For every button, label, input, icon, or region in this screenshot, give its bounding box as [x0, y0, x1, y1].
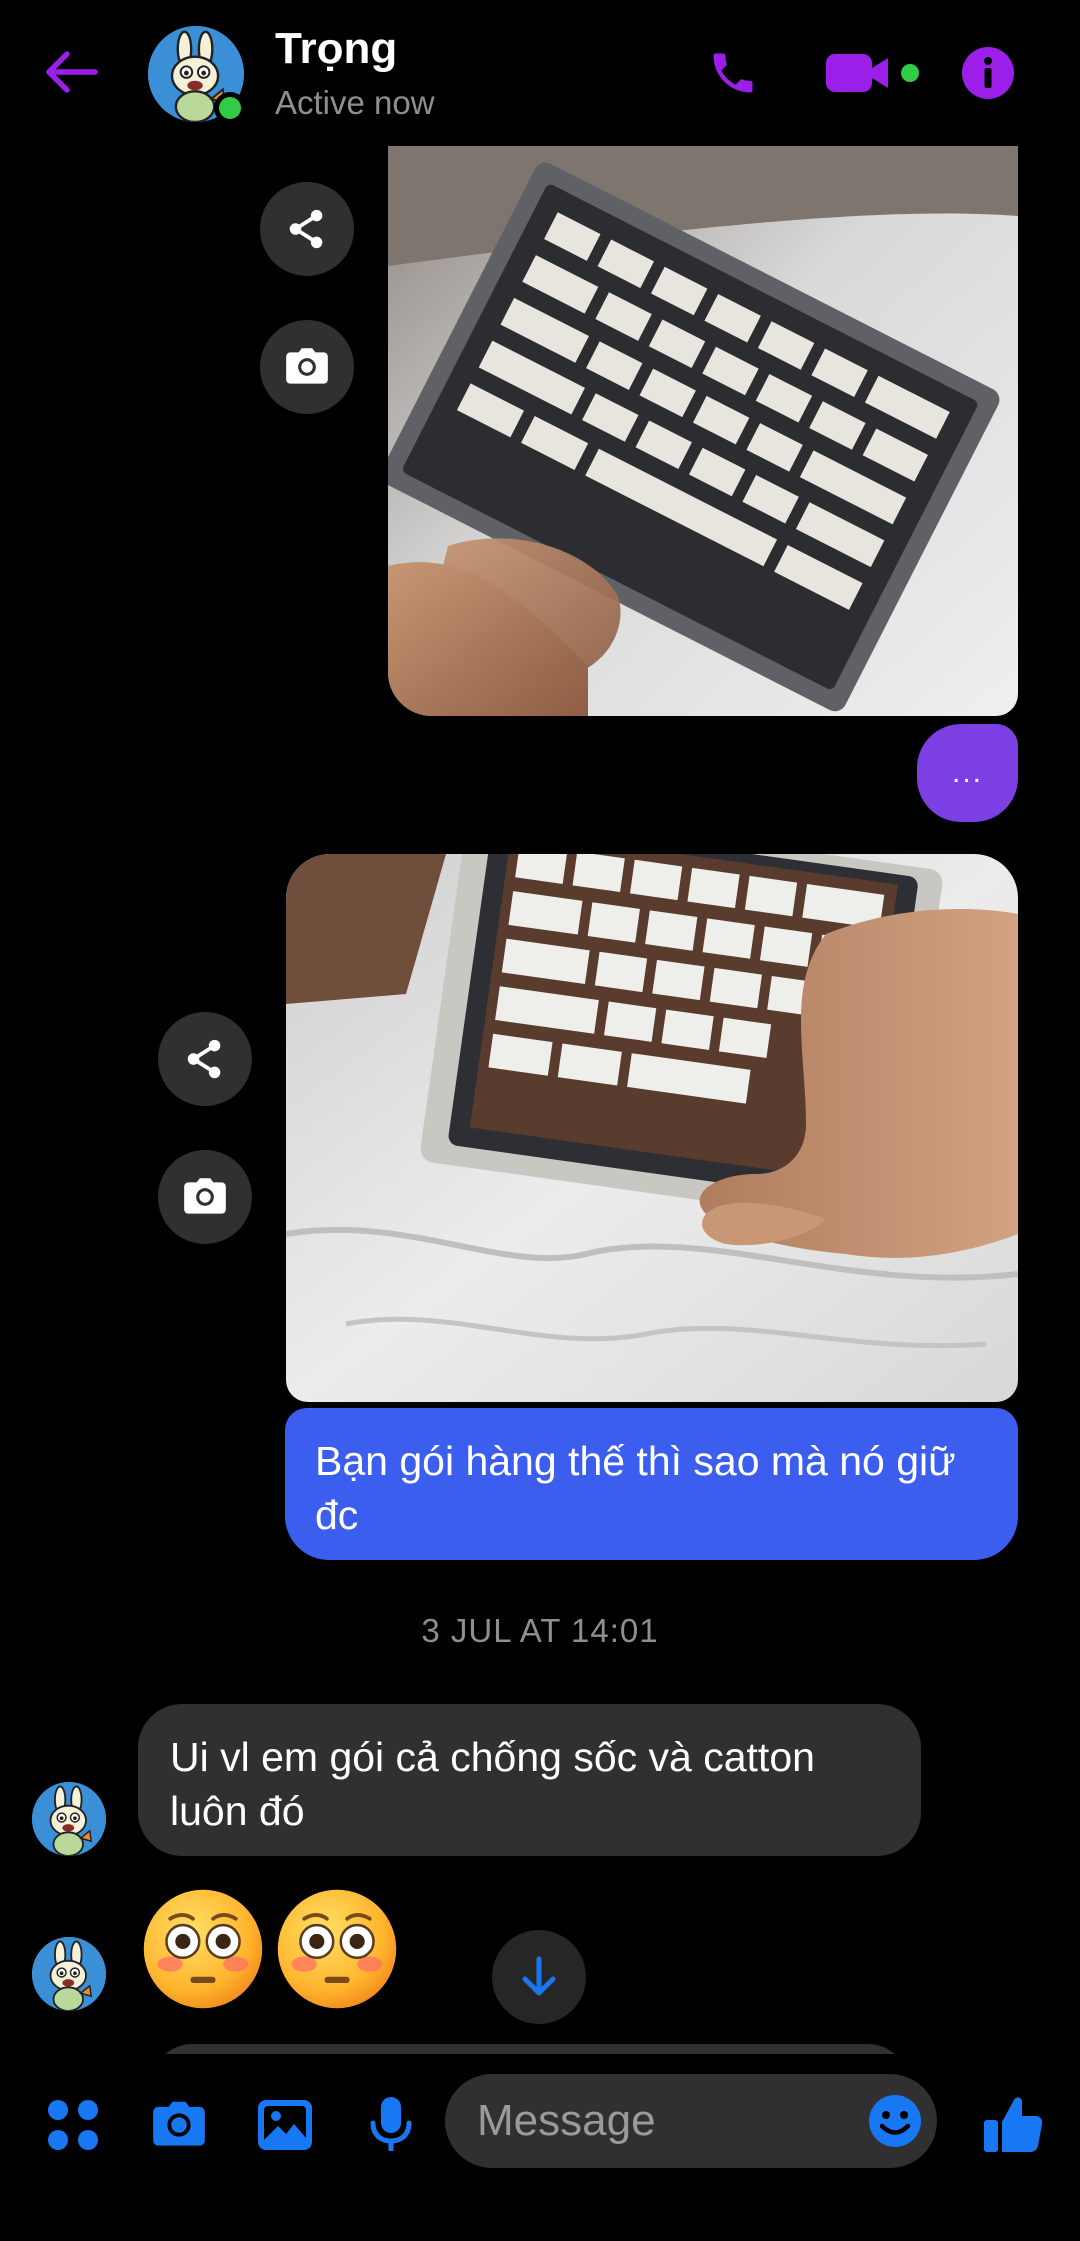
share-icon [182, 1036, 228, 1082]
sent-photo-keyboard-plate-2[interactable] [286, 854, 1018, 1402]
emoji-picker-button[interactable] [862, 2088, 928, 2154]
messenger-chat-screen: Trọng Active now ... Bạn gói hàng thế th… [0, 0, 1080, 2241]
online-indicator [214, 92, 246, 124]
emoji-icon [869, 2095, 921, 2147]
back-arrow-icon [46, 51, 98, 93]
camera-reply-button[interactable] [158, 1150, 252, 1244]
camera-icon [282, 342, 332, 392]
gallery-button[interactable] [250, 2090, 320, 2160]
microphone-icon [370, 2097, 412, 2151]
gallery-icon [258, 2100, 312, 2150]
video-call-button[interactable] [822, 40, 932, 106]
typing-indicator-bubble: ... [917, 724, 1018, 822]
camera-icon [153, 2101, 205, 2146]
more-actions-button[interactable] [38, 2090, 108, 2160]
flushed-face-emoji [277, 1889, 397, 2009]
message-timestamp: 3 JUL AT 14:01 [421, 1612, 659, 1649]
incoming-message-bubble[interactable]: Ui vl em gói cả chống sốc và catton luôn… [138, 1704, 921, 1856]
chat-header: Trọng Active now [0, 0, 1080, 148]
camera-reply-button[interactable] [260, 320, 354, 414]
sender-avatar[interactable] [32, 1782, 106, 1856]
conversation-info-button[interactable] [955, 40, 1021, 106]
video-camera-icon [826, 54, 919, 92]
outgoing-message-bubble[interactable]: Bạn gói hàng thế thì sao mà nó giữ đc [285, 1408, 1018, 1560]
sent-photo-keyboard-plate-1[interactable] [388, 146, 1018, 716]
share-photo-button[interactable] [260, 182, 354, 276]
composer-camera-button[interactable] [144, 2090, 214, 2160]
camera-icon [180, 1172, 230, 1222]
send-like-button[interactable] [978, 2090, 1048, 2160]
contact-name[interactable]: Trọng [275, 24, 397, 74]
voice-clip-button[interactable] [356, 2090, 426, 2160]
contact-status: Active now [275, 84, 435, 121]
back-button[interactable] [36, 36, 108, 108]
arrow-down-icon [522, 1956, 556, 1996]
sender-avatar[interactable] [32, 1937, 106, 2011]
incoming-emoji-message[interactable] [140, 1886, 400, 2016]
flushed-face-emoji [143, 1889, 263, 2009]
phone-icon [713, 53, 753, 93]
voice-call-button[interactable] [700, 40, 766, 106]
info-icon [962, 47, 1014, 99]
thumbs-up-icon [984, 2097, 1043, 2152]
share-icon [284, 206, 330, 252]
apps-icon [48, 2100, 98, 2150]
scroll-to-bottom-button[interactable] [492, 1930, 586, 2024]
share-photo-button[interactable] [158, 1012, 252, 1106]
